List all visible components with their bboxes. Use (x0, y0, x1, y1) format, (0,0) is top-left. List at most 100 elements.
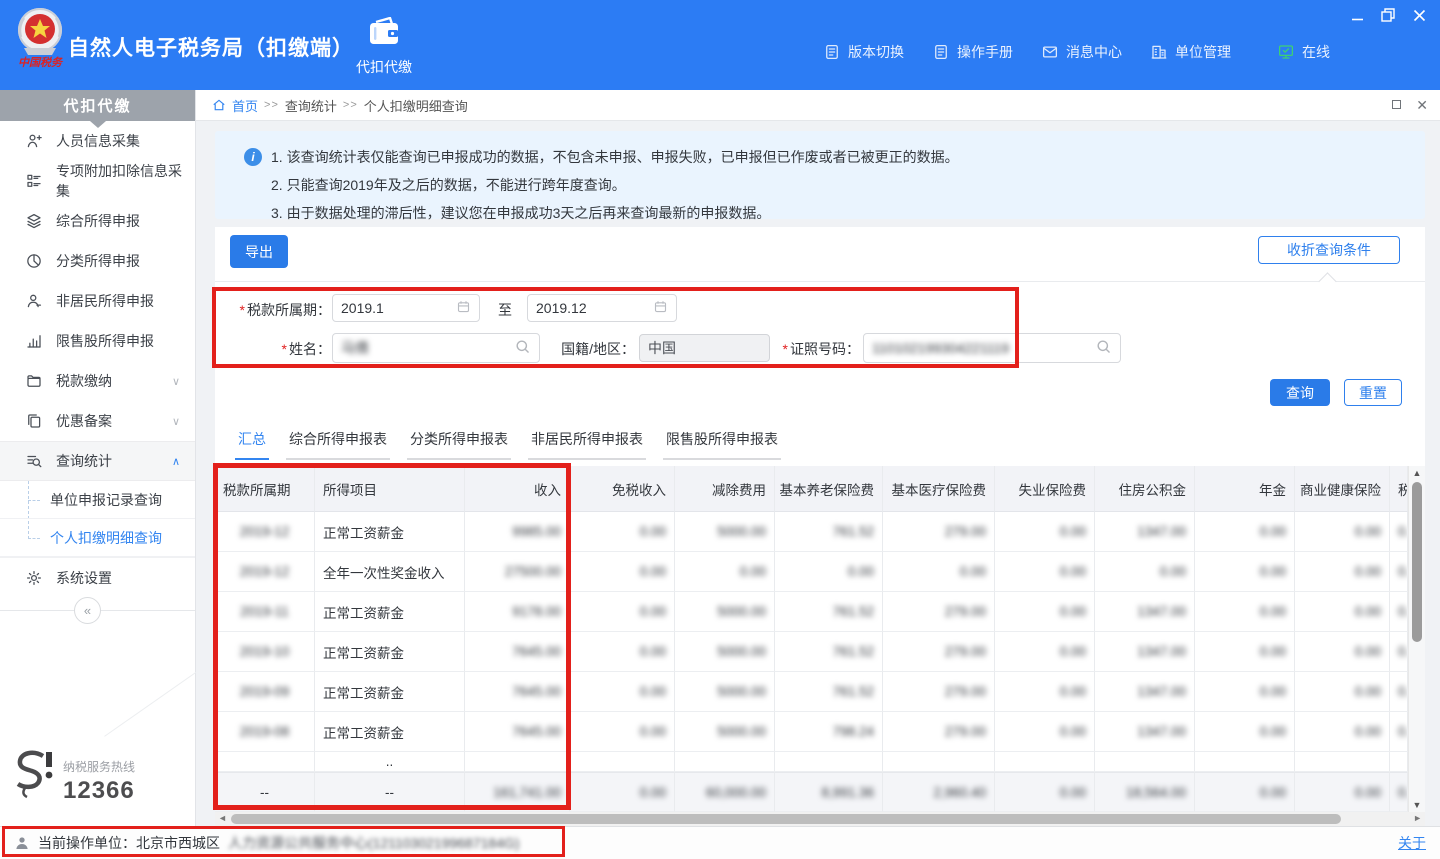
table-cell: 0.00 (995, 632, 1095, 672)
sidebar-item-7[interactable]: 税款缴纳∨ (0, 361, 195, 401)
sidebar-menu: 人员信息采集专项附加扣除信息采集综合所得申报分类所得申报非居民所得申报限售股所得… (0, 121, 195, 597)
hotline-label: 纳税服务热线 (63, 758, 135, 775)
tab-1[interactable]: 汇总 (235, 429, 269, 460)
table-cell (775, 752, 883, 772)
module-tab-daikoudaijiao[interactable]: 代扣代缴 (346, 17, 422, 77)
copy-icon (25, 412, 43, 430)
summary-cell: 0.00 (995, 772, 1095, 812)
top-menu-item-5[interactable]: 在线 (1277, 42, 1330, 62)
top-menu-item-1[interactable]: 版本切换 (823, 42, 904, 62)
chart-icon (25, 332, 43, 350)
sidebar-item-5[interactable]: 非居民所得申报 (0, 281, 195, 321)
notice-line: 2. 只能查询2019年及之后的数据，不能进行跨年度查询。 (271, 175, 626, 195)
sidebar-subitem-2[interactable]: 个人扣缴明细查询 (0, 519, 195, 557)
table-cell: 279.00 (883, 712, 995, 752)
table-cell: 正常工资薪金 (315, 512, 465, 552)
top-menu-item-4[interactable]: 单位管理 (1150, 42, 1231, 62)
top-menu-item-3[interactable]: 消息中心 (1041, 42, 1122, 62)
about-link[interactable]: 关于 (1398, 833, 1426, 853)
summary-cell: 2,960.40 (883, 772, 995, 812)
column-header: 收入 (465, 466, 570, 512)
table-cell: 2019-08 (215, 712, 315, 752)
table-row[interactable]: 2019-11正常工资薪金9178.000.005000.00761.52279… (215, 592, 1408, 632)
horizontal-scrollbar[interactable]: ◄ ► (215, 812, 1425, 826)
search-icon[interactable] (1095, 338, 1112, 358)
notice-line: 1. 该查询统计表仅能查询已申报成功的数据，不包含未申报、申报失败，已申报但已作… (271, 147, 959, 167)
close-button[interactable] (1410, 6, 1428, 24)
scroll-up-icon[interactable]: ▲ (1409, 468, 1425, 478)
table-cell: 0.00 (1295, 672, 1390, 712)
sidebar-item-1[interactable]: 人员信息采集 (0, 121, 195, 161)
sidebar-subitem-1[interactable]: 单位申报记录查询 (0, 481, 195, 519)
table-cell: 0.00 (1195, 632, 1295, 672)
person-icon (25, 292, 43, 310)
table-cell: 1347.00 (1095, 672, 1195, 712)
summary-cell: -- (215, 772, 315, 812)
pane-close-button[interactable]: ✕ (1416, 98, 1428, 112)
minimize-button[interactable] (1348, 6, 1366, 24)
collapse-query-button[interactable]: 收折查询条件 (1258, 236, 1400, 264)
table-cell: 279.00 (883, 512, 995, 552)
sidebar-collapse-button[interactable]: « (74, 597, 101, 624)
tab-4[interactable]: 非居民所得申报表 (528, 429, 646, 460)
vertical-scroll-thumb[interactable] (1412, 482, 1422, 642)
table-cell: 798.24 (775, 712, 883, 752)
caret-up-icon (1318, 272, 1336, 290)
sidebar-item-4[interactable]: 分类所得申报 (0, 241, 195, 281)
table-row[interactable]: 2019-12全年一次性奖金收入27500.000.000.000.000.00… (215, 552, 1408, 592)
id-number-input[interactable]: 110102199304221119 (863, 333, 1121, 363)
breadcrumb-home[interactable]: 首页 (232, 96, 258, 115)
table-cell: 0.00 (1195, 512, 1295, 552)
table-cell: 0.00 (570, 672, 675, 712)
query-button[interactable]: 查询 (1270, 379, 1330, 406)
top-menu-item-2[interactable]: 操作手册 (932, 42, 1013, 62)
breadcrumb-item[interactable]: 查询统计 (285, 96, 337, 115)
table-row[interactable]: 2019-08正常工资薪金7645.000.005000.00798.24279… (215, 712, 1408, 752)
horizontal-scroll-thumb[interactable] (231, 814, 1341, 824)
query-panel: 导出 收折查询条件 *税款所属期： 2019.1 至 2019.12 (215, 227, 1425, 826)
vertical-scrollbar[interactable]: ▲ ▼ (1408, 466, 1425, 812)
export-button[interactable]: 导出 (230, 235, 288, 268)
tab-2[interactable]: 综合所得申报表 (286, 429, 390, 460)
period-from-input[interactable]: 2019.1 (332, 294, 480, 322)
period-to-input[interactable]: 2019.12 (527, 294, 677, 322)
table-cell: 7645.00 (465, 672, 570, 712)
summary-cell: 161,741.00 (465, 772, 570, 812)
table-row[interactable]: 2019-12正常工资薪金9985.000.005000.00761.52279… (215, 512, 1408, 552)
table-row[interactable]: 2019-09正常工资薪金7645.000.005000.00761.52279… (215, 672, 1408, 712)
sidebar-item-3[interactable]: 综合所得申报 (0, 201, 195, 241)
scroll-right-icon[interactable]: ► (1413, 813, 1422, 823)
table-header-row: 税款所属期所得项目收入免税收入减除费用基本养老保险费基本医疗保险费失业保险费住房… (215, 466, 1408, 512)
scroll-left-icon[interactable]: ◄ (218, 813, 227, 823)
divider (215, 281, 1425, 282)
calendar-icon[interactable] (653, 299, 668, 317)
name-input[interactable]: 马倩 (332, 333, 540, 363)
sidebar-item-settings[interactable]: 系统设置 (0, 557, 195, 597)
scroll-down-icon[interactable]: ▼ (1409, 800, 1425, 810)
table-cell: 0.00 (1095, 552, 1195, 592)
column-header: 税款所属期 (215, 466, 315, 512)
sidebar-item-9[interactable]: 查询统计∧ (0, 441, 195, 481)
table-cell (1195, 752, 1295, 772)
restore-button[interactable] (1379, 6, 1397, 24)
tab-3[interactable]: 分类所得申报表 (407, 429, 511, 460)
table-cell: 1347.00 (1095, 632, 1195, 672)
sidebar-item-2[interactable]: 专项附加扣除信息采集 (0, 161, 195, 201)
search-icon[interactable] (514, 338, 531, 358)
table-cell: 0.00 (995, 712, 1095, 752)
table-row[interactable]: 2019-10正常工资薪金7645.000.005000.00761.52279… (215, 632, 1408, 672)
table-cell (1095, 752, 1195, 772)
period-label: *税款所属期： (219, 300, 331, 320)
reset-button[interactable]: 重置 (1344, 379, 1402, 406)
table-cell: 0. (1390, 552, 1408, 592)
results-table: 税款所属期所得项目收入免税收入减除费用基本养老保险费基本医疗保险费失业保险费住房… (215, 466, 1408, 812)
table-cell: 9178.00 (465, 592, 570, 632)
calendar-icon[interactable] (456, 299, 471, 317)
sidebar-item-6[interactable]: 限售股所得申报 (0, 321, 195, 361)
column-header: 基本养老保险费 (775, 466, 883, 512)
pane-maximize-button[interactable] (1392, 98, 1401, 112)
sidebar-item-8[interactable]: 优惠备案∨ (0, 401, 195, 441)
tab-5[interactable]: 限售股所得申报表 (663, 429, 781, 460)
table-cell: 0.00 (883, 552, 995, 592)
table-cell: 279.00 (883, 632, 995, 672)
